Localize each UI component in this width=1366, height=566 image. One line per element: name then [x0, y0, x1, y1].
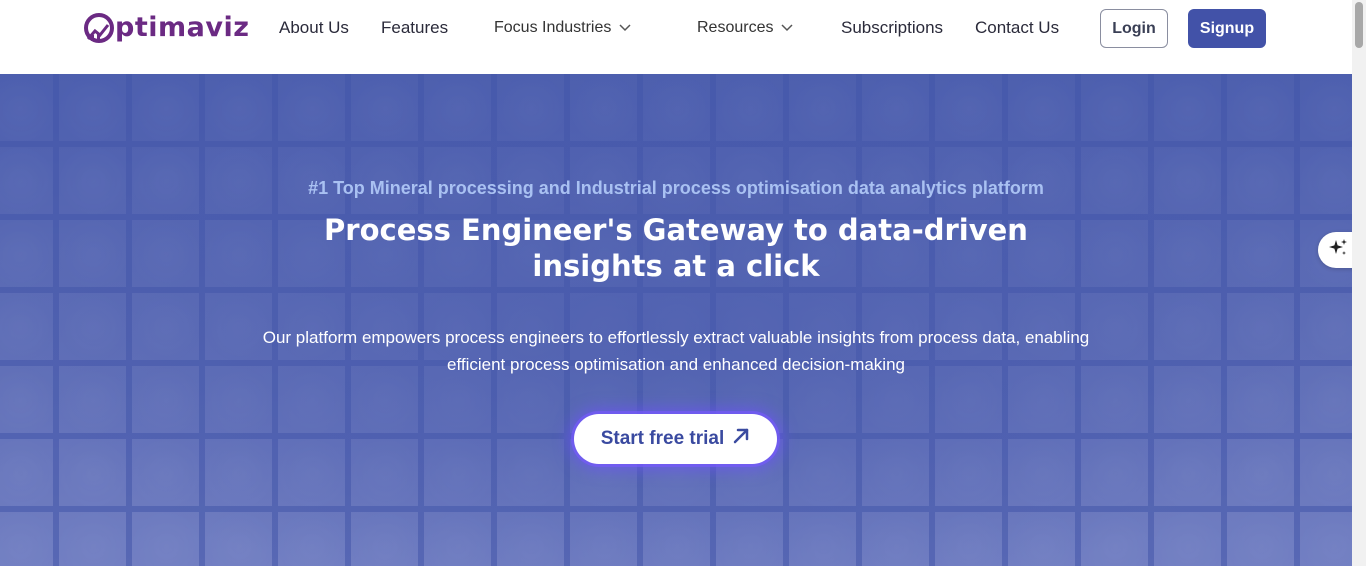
nav-subscriptions[interactable]: Subscriptions [841, 18, 943, 38]
arrow-up-right-icon [732, 427, 750, 451]
login-button[interactable]: Login [1100, 9, 1168, 48]
hero-description-line2: efficient process optimisation and enhan… [446, 355, 905, 374]
nav-about-us[interactable]: About Us [279, 18, 349, 38]
nav-about-us-label: About Us [279, 18, 349, 37]
nav-focus-industries-label: Focus Industries [494, 19, 612, 36]
nav-focus-industries[interactable]: Focus Industries [494, 19, 631, 37]
hero-section: #1 Top Mineral processing and Industrial… [0, 74, 1352, 566]
signup-button[interactable]: Signup [1188, 9, 1266, 48]
hero-tagline: #1 Top Mineral processing and Industrial… [308, 178, 1044, 198]
start-free-trial-label: Start free trial [600, 428, 725, 449]
sparkle-icon [1327, 237, 1349, 264]
hero-headline-line1: Process Engineer's Gateway to data-drive… [324, 213, 1028, 247]
site-header: ptimaviz About Us Features Focus Industr… [0, 0, 1352, 74]
nav-features[interactable]: Features [381, 18, 448, 38]
hero-headline-line2: insights at a click [532, 249, 820, 283]
hero-description: Our platform empowers process engineers … [230, 324, 1122, 378]
nav-features-label: Features [381, 18, 449, 37]
hero-overlay [0, 74, 1352, 566]
page-scrollbar[interactable] [1352, 0, 1366, 566]
scrollbar-thumb[interactable] [1355, 2, 1363, 48]
nav-resources-label: Resources [697, 19, 774, 36]
nav-resources[interactable]: Resources [697, 19, 794, 37]
optimaviz-logo-icon [84, 12, 114, 43]
chevron-down-icon [619, 21, 631, 35]
hero-headline: Process Engineer's Gateway to data-drive… [0, 212, 1352, 284]
nav-contact-us-label: Contact Us [975, 18, 1060, 37]
nav-subscriptions-label: Subscriptions [841, 18, 944, 37]
nav-contact-us[interactable]: Contact Us [975, 18, 1059, 38]
hero-description-line1: Our platform empowers process engineers … [262, 328, 1090, 347]
chevron-down-icon [781, 21, 794, 35]
start-free-trial-button[interactable]: Start free trial [574, 414, 777, 464]
site-logo[interactable]: ptimaviz [84, 12, 249, 43]
logo-text: ptimaviz [115, 12, 250, 43]
